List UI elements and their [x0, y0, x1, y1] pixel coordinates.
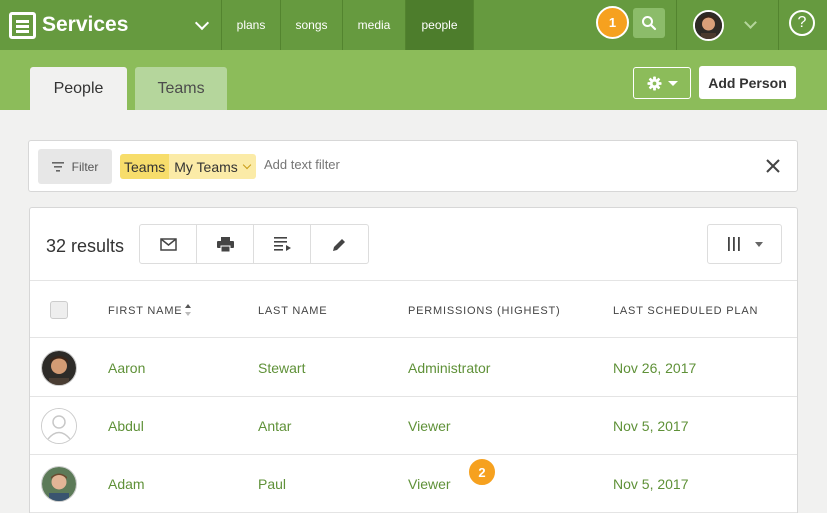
last-plan-cell: Nov 26, 2017 [613, 360, 697, 376]
chevron-down-icon [754, 241, 763, 247]
first-name-cell[interactable]: Aaron [108, 360, 145, 376]
nav-tab-media[interactable]: media [343, 0, 406, 50]
select-all-checkbox[interactable] [50, 301, 68, 319]
help-icon[interactable]: ? [789, 10, 815, 36]
list-icon [273, 237, 291, 251]
filter-bar: Filter Teams My Teams [28, 140, 798, 192]
last-name-cell[interactable]: Paul [258, 476, 286, 492]
add-person-button[interactable]: Add Person [699, 66, 796, 99]
filter-chip-value-text: My Teams [174, 158, 238, 175]
list-button[interactable] [254, 225, 311, 263]
app-switcher[interactable]: Services [0, 0, 222, 50]
chevron-down-icon [242, 160, 252, 169]
column-header-last-scheduled-plan[interactable]: LAST SCHEDULED PLAN [613, 305, 758, 317]
edit-button[interactable] [311, 225, 368, 263]
user-menu[interactable] [676, 0, 779, 50]
email-icon [159, 237, 177, 251]
permission-cell: Administrator [408, 360, 491, 376]
last-plan-cell: Nov 5, 2017 [613, 476, 689, 492]
filter-chip-key: Teams [120, 154, 170, 179]
filter-button-label: Filter [71, 159, 99, 174]
table-header: FIRST NAME LAST NAME PERMISSIONS (HIGHES… [30, 280, 797, 338]
bulk-actions [139, 224, 369, 264]
avatar [41, 350, 77, 386]
close-icon[interactable] [764, 157, 782, 175]
column-picker-button[interactable] [707, 224, 782, 264]
filter-icon [51, 161, 64, 172]
column-header-last-name[interactable]: LAST NAME [258, 305, 327, 317]
chevron-down-icon [744, 16, 757, 29]
text-filter-input[interactable] [264, 157, 734, 172]
last-name-cell[interactable]: Stewart [258, 360, 305, 376]
permission-cell: Viewer [408, 476, 451, 492]
tab-teams[interactable]: Teams [135, 67, 227, 110]
column-header-first-name[interactable]: FIRST NAME [108, 305, 182, 317]
email-button[interactable] [140, 225, 197, 263]
last-name-cell[interactable]: Antar [258, 418, 291, 434]
tab-people[interactable]: People [30, 67, 127, 110]
edit-icon [333, 238, 345, 251]
chevron-down-icon [667, 80, 678, 86]
avatar [693, 9, 724, 41]
print-button[interactable] [197, 225, 254, 263]
notification-badge[interactable]: 1 [596, 6, 629, 39]
search-icon [642, 16, 657, 31]
print-icon [216, 236, 234, 252]
section-header: People Teams Add Person [0, 50, 827, 110]
nav-tab-people[interactable]: people [406, 0, 474, 50]
search-button[interactable] [633, 8, 665, 38]
gear-icon [646, 75, 662, 91]
table-row[interactable]: Adam Paul Viewer Nov 5, 2017 [30, 455, 797, 513]
filter-button[interactable]: Filter [38, 149, 112, 184]
services-logo-icon [9, 11, 36, 39]
avatar-placeholder-icon [41, 408, 77, 444]
last-plan-cell: Nov 5, 2017 [613, 418, 689, 434]
table-row[interactable]: Abdul Antar Viewer Nov 5, 2017 [30, 397, 797, 455]
columns-icon [727, 237, 740, 251]
nav-tab-plans[interactable]: plans [222, 0, 281, 50]
chevron-down-icon [194, 15, 210, 31]
filter-chip-value: My Teams [169, 154, 256, 179]
first-name-cell[interactable]: Abdul [108, 418, 144, 434]
table-row[interactable]: Aaron Stewart Administrator Nov 26, 2017 [30, 339, 797, 397]
results-count: 32 results [46, 236, 125, 256]
hint-badge[interactable]: 2 [467, 457, 497, 487]
app-name: Services [42, 13, 129, 36]
permission-cell: Viewer [408, 418, 451, 434]
settings-dropdown-button[interactable] [633, 67, 691, 99]
avatar [41, 466, 77, 502]
results-panel: 32 results FIRST NAME LAST NAME PERMISSI… [29, 207, 798, 513]
first-name-cell[interactable]: Adam [108, 476, 145, 492]
column-header-permissions[interactable]: PERMISSIONS (HIGHEST) [408, 305, 560, 317]
sort-icon[interactable] [184, 303, 192, 317]
filter-chip-teams[interactable]: Teams My Teams [120, 154, 256, 179]
nav-tab-songs[interactable]: songs [281, 0, 343, 50]
